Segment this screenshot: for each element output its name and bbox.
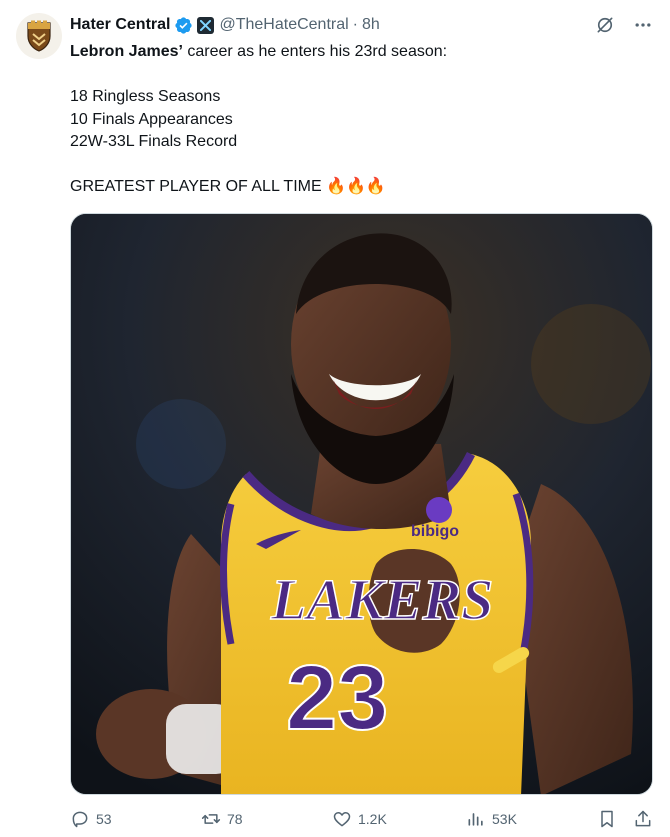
- display-name[interactable]: Hater Central: [70, 16, 170, 34]
- like-count: 1.2K: [358, 811, 387, 827]
- action-bar: 53 78 1.2K 53K: [70, 805, 653, 833]
- post-header: Hater Central @TheHateCentral · 8h: [70, 14, 380, 36]
- fire-emoji: 🔥🔥🔥: [326, 178, 386, 195]
- views-icon: [468, 813, 483, 826]
- handle[interactable]: @TheHateCentral: [219, 16, 348, 34]
- shield-logo-icon: [27, 20, 51, 52]
- like-button[interactable]: 1.2K: [332, 805, 387, 833]
- intro-line: Lebron James’ career as he enters his 23…: [70, 41, 650, 64]
- like-icon: [333, 812, 351, 827]
- verified-badge-icon: [174, 16, 193, 35]
- timestamp[interactable]: 8h: [362, 16, 380, 34]
- separator-dot: ·: [352, 16, 358, 33]
- reply-icon: [72, 811, 88, 828]
- views-count: 53K: [492, 811, 517, 827]
- intro-text: career as he enters his 23rd season:: [182, 43, 448, 60]
- closing-text: GREATEST PLAYER OF ALL TIME: [70, 178, 327, 195]
- repost-button[interactable]: 78: [201, 805, 243, 833]
- more-icon[interactable]: [632, 14, 654, 36]
- mention-name: Lebron James’: [70, 43, 183, 60]
- tweet[interactable]: Hater Central @TheHateCentral · 8h Lebro…: [0, 0, 670, 837]
- stat-line: 22W-33L Finals Record: [70, 133, 238, 150]
- share-icon: [635, 810, 651, 827]
- bookmark-icon: [601, 810, 613, 828]
- grok-icon[interactable]: [594, 14, 616, 36]
- share-button[interactable]: [633, 805, 653, 833]
- post-image[interactable]: LAKERS 23 bibigo: [70, 213, 653, 795]
- jersey-sponsor: bibigo: [411, 523, 459, 540]
- repost-icon: [201, 814, 221, 824]
- post-text: Lebron James’ career as he enters his 23…: [70, 41, 650, 199]
- views-button[interactable]: 53K: [466, 805, 517, 833]
- stat-line: 10 Finals Appearances: [70, 110, 233, 128]
- closing-line: GREATEST PLAYER OF ALL TIME 🔥🔥🔥: [70, 176, 650, 199]
- stat-line: 18 Ringless Seasons: [70, 88, 221, 105]
- post-top-actions: [594, 14, 654, 36]
- repost-count: 78: [227, 811, 243, 827]
- jersey-team-text: LAKERS: [270, 567, 493, 632]
- avatar[interactable]: [16, 13, 62, 59]
- reply-button[interactable]: 53: [70, 805, 112, 833]
- jersey-number: 23: [286, 647, 388, 749]
- reply-count: 53: [96, 811, 112, 827]
- x-affiliate-icon[interactable]: [197, 16, 215, 34]
- bookmark-button[interactable]: [597, 805, 617, 833]
